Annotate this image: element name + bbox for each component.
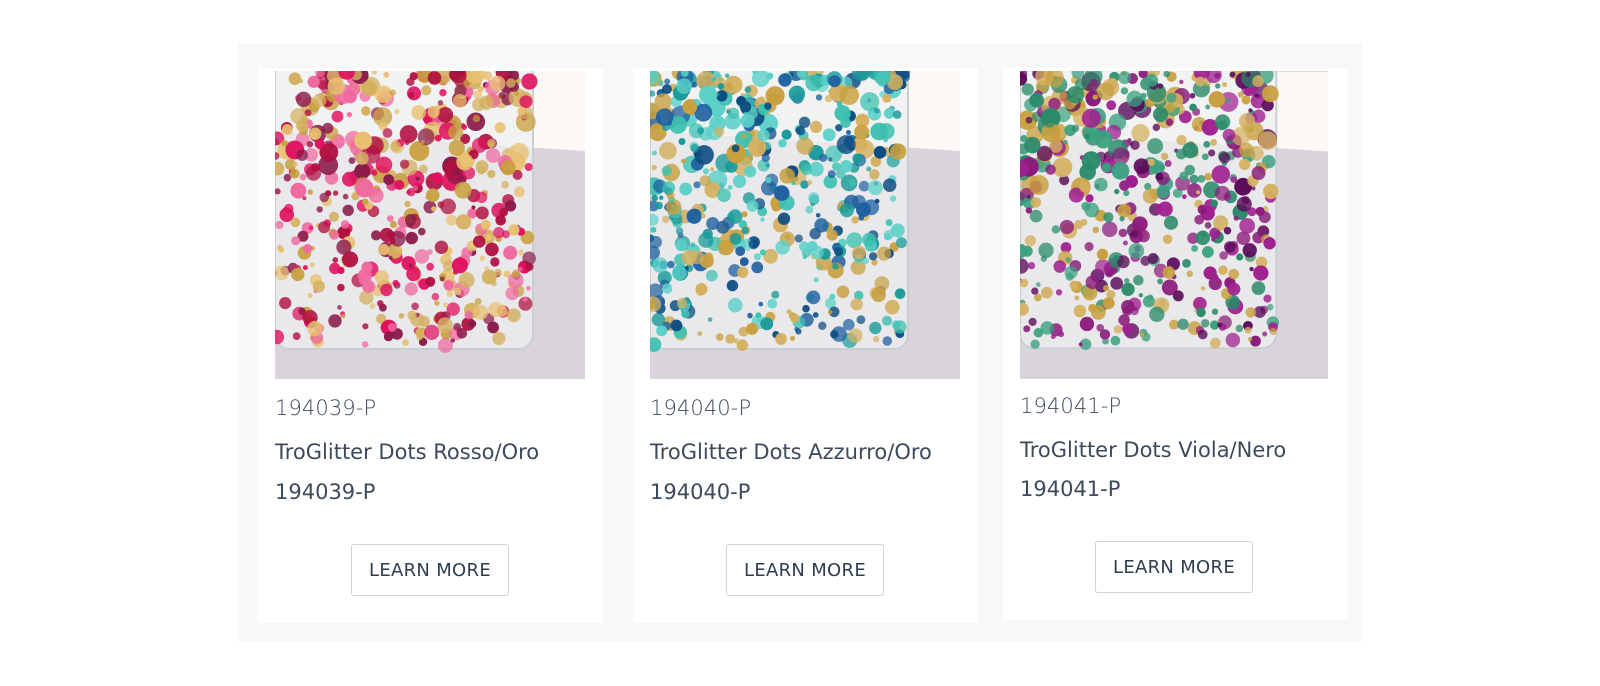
product-image[interactable] bbox=[275, 71, 585, 379]
learn-more-button[interactable]: LEARN MORE bbox=[1095, 541, 1253, 593]
product-code: 194039-P bbox=[275, 480, 376, 504]
product-name[interactable]: TroGlitter Dots Rosso/Oro bbox=[275, 440, 539, 464]
glitter-sheet-image bbox=[1020, 71, 1328, 379]
glitter-sheet-image bbox=[650, 71, 960, 379]
glitter-sheet-image bbox=[275, 71, 585, 379]
product-name[interactable]: TroGlitter Dots Viola/Nero bbox=[1020, 438, 1286, 462]
product-sku: 194039-P bbox=[275, 396, 377, 420]
product-name[interactable]: TroGlitter Dots Azzurro/Oro bbox=[650, 440, 932, 464]
product-image[interactable] bbox=[650, 71, 960, 379]
product-image[interactable] bbox=[1020, 71, 1328, 379]
learn-more-button[interactable]: LEARN MORE bbox=[726, 544, 884, 596]
product-card[interactable]: 194039-P TroGlitter Dots Rosso/Oro 19403… bbox=[258, 68, 603, 623]
product-code: 194040-P bbox=[650, 480, 751, 504]
product-code: 194041-P bbox=[1020, 477, 1121, 501]
product-card[interactable]: 194041-P TroGlitter Dots Viola/Nero 1940… bbox=[1003, 68, 1348, 620]
product-sku: 194041-P bbox=[1020, 394, 1122, 418]
product-card[interactable]: 194040-P TroGlitter Dots Azzurro/Oro 194… bbox=[633, 68, 978, 623]
learn-more-button[interactable]: LEARN MORE bbox=[351, 544, 509, 596]
product-sku: 194040-P bbox=[650, 396, 752, 420]
